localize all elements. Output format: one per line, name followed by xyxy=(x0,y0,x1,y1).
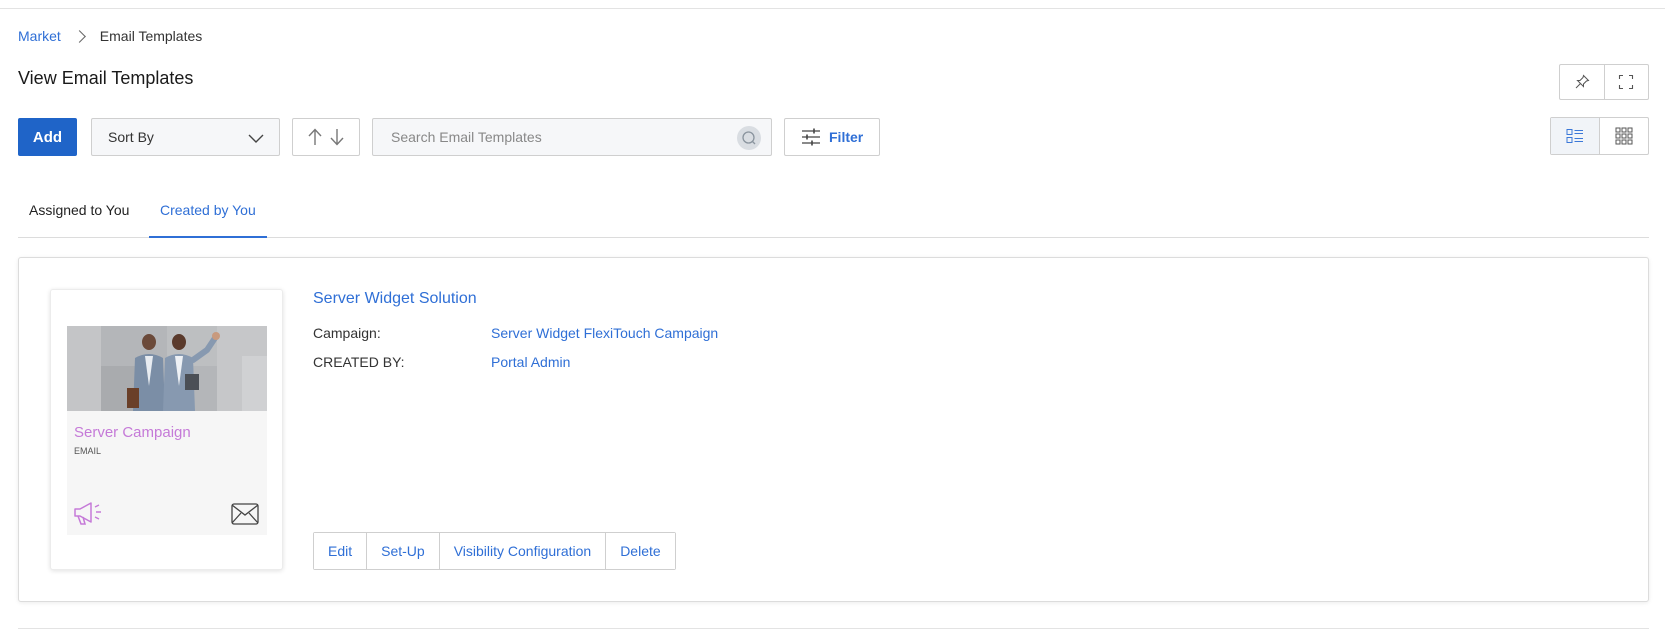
created-by-label: CREATED BY: xyxy=(313,354,405,370)
top-divider xyxy=(0,8,1665,9)
edit-button[interactable]: Edit xyxy=(314,533,367,569)
fullscreen-button[interactable] xyxy=(1603,65,1649,99)
filter-icon xyxy=(802,128,820,146)
breadcrumb: Market Email Templates xyxy=(18,28,202,44)
template-name-link[interactable]: Server Widget Solution xyxy=(313,290,477,308)
chevron-right-icon xyxy=(72,29,86,43)
page-title: View Email Templates xyxy=(18,68,194,88)
tab-assigned-to-you[interactable]: Assigned to You xyxy=(18,198,140,238)
template-card: Server Campaign EMAIL Server Widget Solu… xyxy=(18,257,1649,602)
campaign-photo xyxy=(67,326,267,411)
next-card-edge xyxy=(18,628,1649,629)
visibility-configuration-button[interactable]: Visibility Configuration xyxy=(438,533,606,569)
search-button[interactable] xyxy=(737,126,761,150)
list-view-icon xyxy=(1566,129,1583,143)
tab-created-by-you[interactable]: Created by You xyxy=(149,198,267,238)
campaign-label: Campaign: xyxy=(313,325,381,341)
pin-button[interactable] xyxy=(1560,65,1604,99)
search-box xyxy=(372,118,772,156)
campaign-link[interactable]: Server Widget FlexiTouch Campaign xyxy=(491,325,718,341)
sort-by-label: Sort By xyxy=(108,129,154,145)
sort-by-select[interactable]: Sort By xyxy=(91,118,280,156)
breadcrumb-market-link[interactable]: Market xyxy=(18,28,61,44)
filter-button[interactable]: Filter xyxy=(784,118,880,156)
arrow-up-icon xyxy=(308,128,322,145)
template-actions: Edit Set-Up Visibility Configuration Del… xyxy=(313,532,676,570)
filter-label: Filter xyxy=(829,129,864,145)
thumbnail-title: Server Campaign xyxy=(74,424,191,441)
pin-icon xyxy=(1575,74,1590,89)
fullscreen-icon xyxy=(1619,74,1634,90)
breadcrumb-current: Email Templates xyxy=(99,28,203,44)
search-input[interactable] xyxy=(389,128,729,146)
sort-direction-button[interactable] xyxy=(292,118,360,156)
created-by-link[interactable]: Portal Admin xyxy=(491,354,570,370)
grid-view-icon xyxy=(1615,127,1633,145)
chevron-down-icon xyxy=(248,134,264,143)
list-view-button[interactable] xyxy=(1551,118,1599,154)
envelope-icon xyxy=(231,503,259,525)
arrow-down-icon xyxy=(330,129,344,146)
megaphone-icon xyxy=(74,502,101,525)
grid-view-button[interactable] xyxy=(1599,118,1648,154)
thumbnail-preview: Server Campaign EMAIL xyxy=(67,326,267,535)
page-actions xyxy=(1559,64,1649,100)
add-button[interactable]: Add xyxy=(18,118,77,156)
search-icon xyxy=(742,131,756,145)
tab-bar: Assigned to You Created by You xyxy=(18,198,1649,238)
view-toggle xyxy=(1550,117,1649,155)
thumbnail-type: EMAIL xyxy=(74,446,102,456)
delete-button[interactable]: Delete xyxy=(605,533,675,569)
set-up-button[interactable]: Set-Up xyxy=(366,533,439,569)
template-thumbnail[interactable]: Server Campaign EMAIL xyxy=(50,289,283,570)
